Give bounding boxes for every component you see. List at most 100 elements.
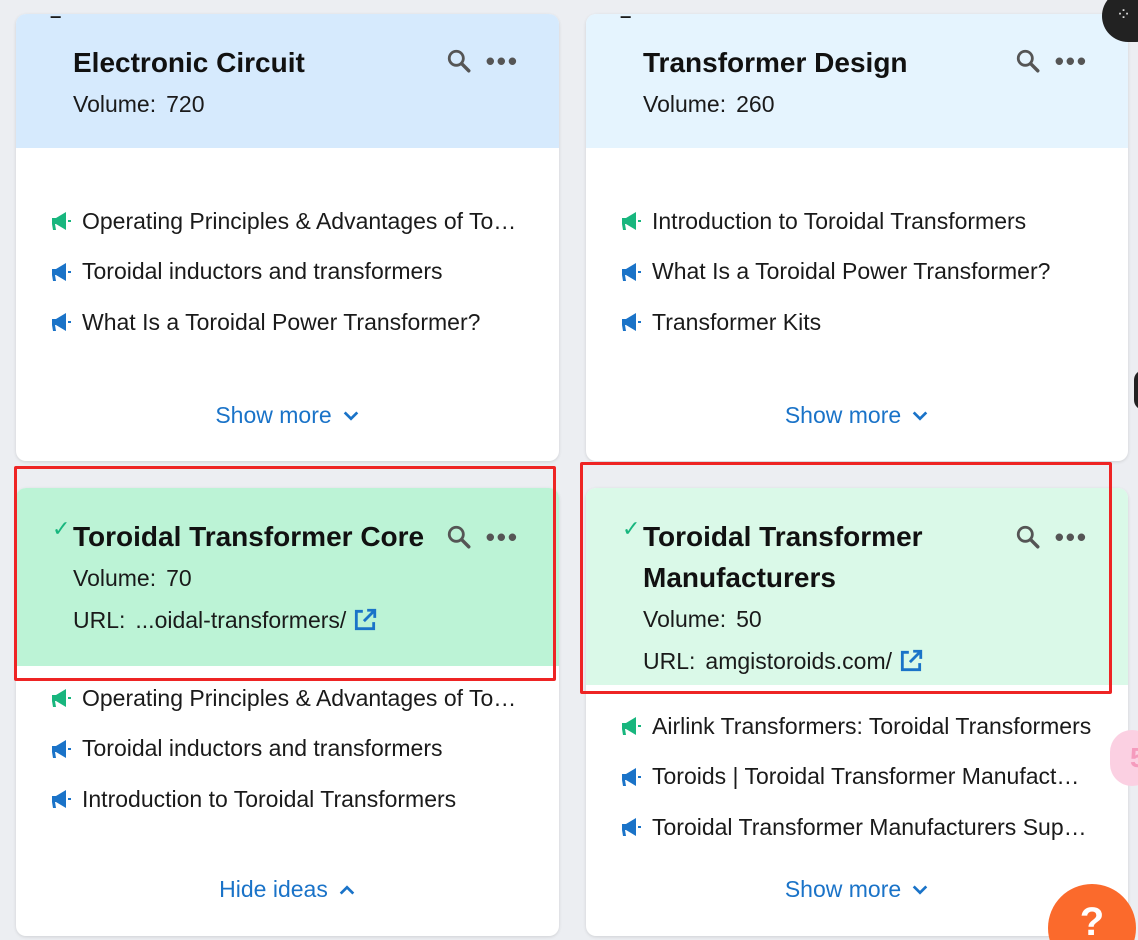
volume-value: 50 xyxy=(736,606,762,632)
megaphone-icon xyxy=(52,212,71,231)
url-value: amgistoroids.com/ xyxy=(705,648,893,674)
url-row: URL: ...oidal-transformers/ xyxy=(73,599,559,641)
chevron-up-icon xyxy=(339,884,355,895)
megaphone-icon xyxy=(622,818,641,837)
card-header: ✓ Toroidal Transformer Core Volume: 70 U… xyxy=(16,488,559,666)
card-actions: ••• xyxy=(1015,524,1088,550)
chevron-down-icon xyxy=(912,410,928,421)
idea-text: Introduction to Toroidal Transformers xyxy=(652,207,1027,234)
pink-widget-label: 5 xyxy=(1130,742,1138,773)
list-item[interactable]: Airlink Transformers: Toroidal Transform… xyxy=(586,701,1128,752)
more-options-icon[interactable]: ••• xyxy=(486,524,519,550)
volume-value: 70 xyxy=(166,565,192,591)
collapse-dash-icon[interactable]: ‾ xyxy=(52,14,59,40)
idea-text: Toroidal Transformer Manufacturers Suppl… xyxy=(652,813,1092,840)
idea-text: Operating Principles & Advantages of Tor… xyxy=(82,684,523,711)
more-options-icon[interactable]: ••• xyxy=(1055,524,1088,550)
card-actions: ••• xyxy=(446,48,519,74)
megaphone-icon xyxy=(622,767,641,786)
show-more-button[interactable]: Show more xyxy=(16,402,559,429)
url-row: URL: amgistoroids.com/ xyxy=(643,640,1128,682)
volume-label: Volume: xyxy=(643,91,727,117)
url-value: ...oidal-transformers/ xyxy=(135,607,347,633)
megaphone-icon xyxy=(52,313,71,332)
keyword-card-electronic-circuit: ‾ Electronic Circuit Volume: 720 ••• Ope… xyxy=(16,14,559,461)
search-icon[interactable] xyxy=(1015,524,1041,550)
chevron-down-icon xyxy=(912,884,928,895)
card-actions: ••• xyxy=(1015,48,1088,74)
list-item[interactable]: Transformer Kits xyxy=(586,297,1128,348)
search-icon[interactable] xyxy=(1015,48,1041,74)
more-options-icon[interactable]: ••• xyxy=(486,48,519,74)
list-item[interactable]: What Is a Toroidal Power Transformer? xyxy=(586,247,1128,298)
show-more-label: Show more xyxy=(784,876,902,902)
show-more-label: Show more xyxy=(784,402,902,428)
pink-side-widget[interactable]: 5 xyxy=(1110,730,1138,786)
idea-text: Introduction to Toroidal Transformers xyxy=(82,785,457,812)
list-item[interactable]: Operating Principles & Advantages of Tor… xyxy=(16,673,559,724)
show-more-label: Show more xyxy=(215,402,332,428)
volume-label: Volume: xyxy=(73,91,157,117)
megaphone-icon xyxy=(622,212,641,231)
ideas-list: Airlink Transformers: Toroidal Transform… xyxy=(586,701,1128,853)
card-header: ‾ Transformer Design Volume: 260 ••• xyxy=(586,14,1128,148)
url-label: URL: xyxy=(643,648,696,674)
check-icon: ✓ xyxy=(52,516,71,541)
idea-text: What Is a Toroidal Power Transformer? xyxy=(652,258,1051,285)
list-item[interactable]: Toroids | Toroidal Transformer Manufactu… xyxy=(586,752,1128,803)
volume-label: Volume: xyxy=(643,606,727,632)
volume-label: Volume: xyxy=(73,565,157,591)
volume-row: Volume: 720 xyxy=(73,83,559,125)
search-icon[interactable] xyxy=(446,524,472,550)
ideas-list: Introduction to Toroidal Transformers Wh… xyxy=(586,196,1128,348)
megaphone-icon xyxy=(622,262,641,281)
grid-icon: ⁘ xyxy=(1116,4,1132,24)
help-button-label: ? xyxy=(1079,900,1105,940)
list-item[interactable]: Introduction to Toroidal Transformers xyxy=(16,774,559,825)
side-handle[interactable] xyxy=(1134,370,1138,410)
check-icon: ✓ xyxy=(622,516,641,541)
list-item[interactable]: What Is a Toroidal Power Transformer? xyxy=(16,297,559,348)
search-icon[interactable] xyxy=(446,48,472,74)
more-options-icon[interactable]: ••• xyxy=(1055,48,1088,74)
megaphone-icon xyxy=(52,739,71,758)
card-header: ✓ Toroidal Transformer Manufacturers Vol… xyxy=(586,488,1128,685)
megaphone-icon xyxy=(52,689,71,708)
keyword-card-toroidal-transformer-core: ✓ Toroidal Transformer Core Volume: 70 U… xyxy=(16,488,559,936)
megaphone-icon xyxy=(622,717,641,736)
idea-text: Toroidal inductors and transformers xyxy=(82,258,443,285)
ideas-list: Operating Principles & Advantages of Tor… xyxy=(16,673,559,825)
card-title-line-2: Manufacturers xyxy=(643,562,836,593)
megaphone-icon xyxy=(52,790,71,809)
hide-ideas-button[interactable]: Hide ideas xyxy=(16,876,559,903)
list-item[interactable]: Toroidal Transformer Manufacturers Suppl… xyxy=(586,802,1128,853)
idea-text: What Is a Toroidal Power Transformer? xyxy=(82,308,481,335)
megaphone-icon xyxy=(622,313,641,332)
list-item[interactable]: Toroidal inductors and transformers xyxy=(16,724,559,775)
show-more-button[interactable]: Show more xyxy=(586,876,1128,903)
megaphone-icon xyxy=(52,262,71,281)
idea-text: Airlink Transformers: Toroidal Transform… xyxy=(652,712,1092,739)
keyword-card-transformer-design: ‾ Transformer Design Volume: 260 ••• Int… xyxy=(586,14,1128,461)
show-more-button[interactable]: Show more xyxy=(586,402,1128,429)
list-item[interactable]: Introduction to Toroidal Transformers xyxy=(586,196,1128,247)
list-item[interactable]: Operating Principles & Advantages of Tor… xyxy=(16,196,559,247)
url-label: URL: xyxy=(73,607,126,633)
volume-row: Volume: 260 xyxy=(643,83,1128,125)
idea-text: Transformer Kits xyxy=(652,308,822,335)
list-item[interactable]: Toroidal inductors and transformers xyxy=(16,247,559,298)
idea-text: Toroidal inductors and transformers xyxy=(82,735,443,762)
idea-text: Toroids | Toroidal Transformer Manufactu… xyxy=(652,763,1092,790)
external-link-icon[interactable] xyxy=(352,607,378,633)
card-actions: ••• xyxy=(446,524,519,550)
external-link-icon[interactable] xyxy=(898,648,924,674)
volume-value: 260 xyxy=(736,91,775,117)
idea-text: Operating Principles & Advantages of Tor… xyxy=(82,207,523,234)
chevron-down-icon xyxy=(343,410,358,421)
collapse-dash-icon[interactable]: ‾ xyxy=(622,14,629,40)
volume-value: 720 xyxy=(166,91,205,117)
volume-row: Volume: 70 xyxy=(73,557,559,599)
card-header: ‾ Electronic Circuit Volume: 720 ••• xyxy=(16,14,559,148)
hide-ideas-label: Hide ideas xyxy=(219,876,328,902)
volume-row: Volume: 50 xyxy=(643,598,1128,640)
